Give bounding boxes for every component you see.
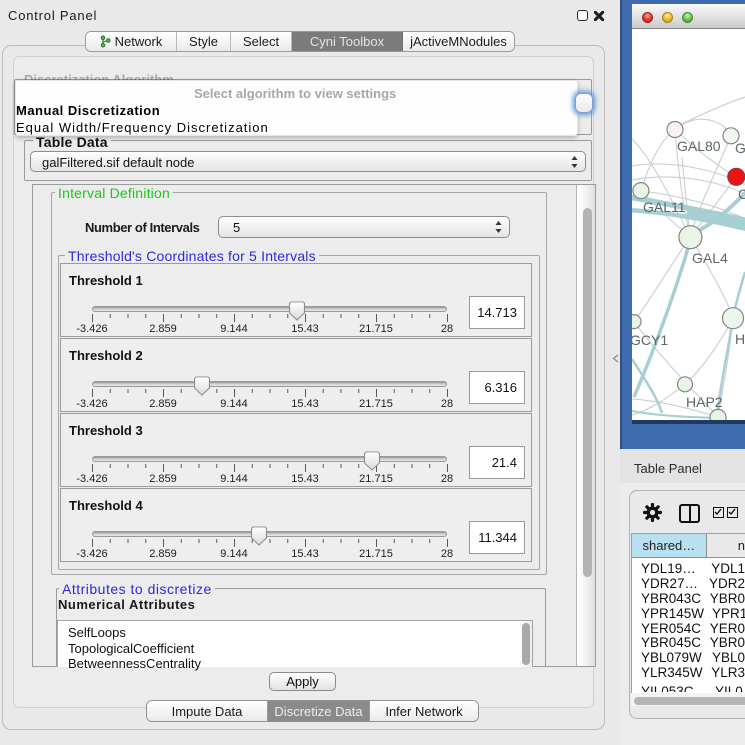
svg-text:GA: GA <box>735 140 745 156</box>
svg-text:GAL4: GAL4 <box>692 250 728 266</box>
svg-text:HAP2: HAP2 <box>686 394 723 410</box>
svg-text:C: C <box>738 186 745 202</box>
svg-text:H: H <box>735 331 745 347</box>
svg-text:GCY1: GCY1 <box>632 332 668 348</box>
svg-text:GAL80: GAL80 <box>677 138 721 154</box>
svg-text:GAL11: GAL11 <box>643 199 686 215</box>
